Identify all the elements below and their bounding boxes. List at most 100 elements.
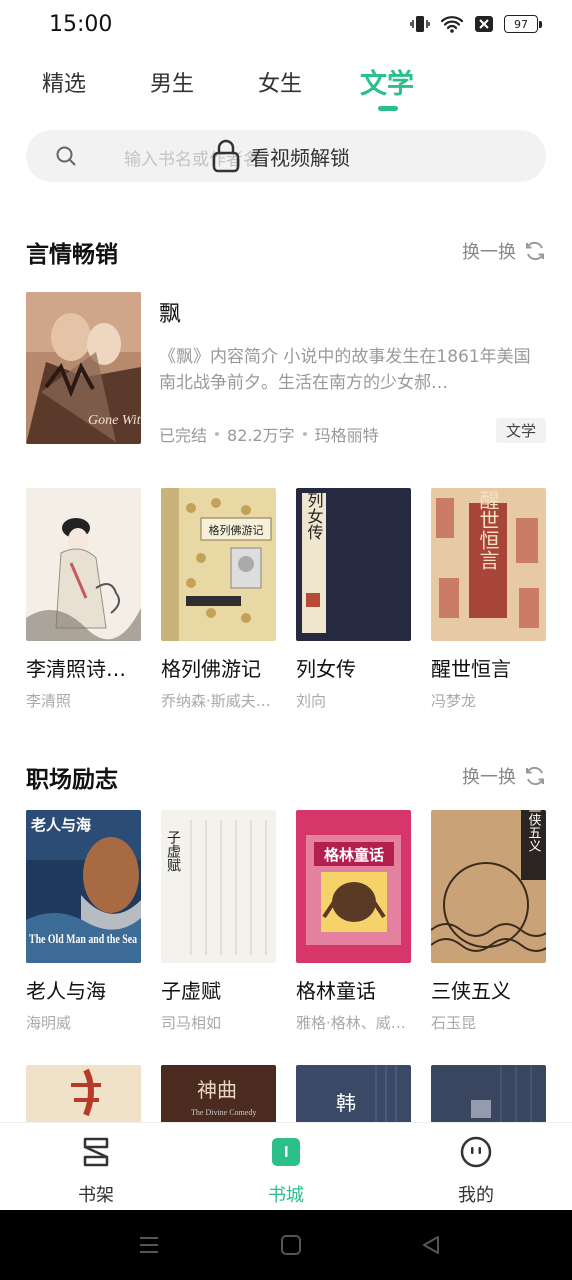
tab-featured[interactable]: 精选	[42, 66, 86, 98]
partial-book-row: 神曲 The Divine Comedy 韩	[0, 1065, 572, 1123]
refresh-icon	[526, 241, 544, 261]
bookstore-icon	[272, 1138, 300, 1166]
book-word-count: 82.2万字	[227, 426, 295, 445]
system-navigation-bar	[0, 1210, 572, 1280]
bookshelf-icon	[83, 1137, 109, 1167]
book-card[interactable]: 格林童话 格林童话 雅格·格林、威…	[296, 810, 411, 1033]
book-author: 雅格·格林、威…	[296, 1014, 406, 1032]
book-status: 已完结	[159, 426, 208, 445]
featured-book[interactable]: Gone With the Wind 飘 《飘》内容简介 小说中的故事发生在18…	[26, 292, 546, 446]
home-icon[interactable]	[280, 1234, 302, 1256]
book-card[interactable]: 三侠五义 三侠五义 石玉昆	[431, 810, 546, 1033]
refresh-label: 换一换	[462, 242, 516, 263]
cover-title: 子虚赋	[165, 830, 181, 872]
status-time: 15:00	[49, 12, 113, 37]
nav-bookshelf[interactable]: 书架	[56, 1135, 136, 1207]
cover-title: The Old Man and the Sea	[29, 931, 137, 946]
book-cover[interactable]: 神曲 The Divine Comedy	[161, 1065, 276, 1123]
no-sim-icon	[475, 16, 493, 32]
separator-dot	[302, 432, 307, 436]
book-cover: 三侠五义	[431, 810, 546, 963]
back-icon[interactable]	[420, 1234, 442, 1256]
cover-title: 格林童话	[324, 846, 384, 864]
nav-profile[interactable]: 我的	[436, 1135, 516, 1207]
cover-title: 列女传	[305, 492, 324, 540]
book-cover: 子虚赋	[161, 810, 276, 963]
section-title-workplace: 职场励志	[26, 767, 118, 793]
unlock-text: 看视频解锁	[250, 145, 350, 170]
book-cover	[26, 488, 141, 641]
book-cover: 列女传	[296, 488, 411, 641]
book-title: 格林童话	[296, 979, 376, 1003]
refresh-label: 换一换	[462, 767, 516, 788]
book-title: 三侠五义	[431, 979, 511, 1003]
lock-icon	[212, 139, 240, 173]
cover-title: 韩	[336, 1091, 356, 1115]
book-title: 格列佛游记	[161, 657, 261, 681]
featured-book-meta: 已完结 82.2万字 玛格丽特	[159, 422, 379, 446]
separator-dot	[215, 432, 220, 436]
genre-tag: 文学	[495, 418, 546, 443]
nav-label: 我的	[458, 1185, 494, 1206]
tab-male[interactable]: 男生	[150, 66, 194, 98]
status-icons: 97	[410, 14, 542, 34]
book-card[interactable]: 老人与海 The Old Man and the Sea 老人与海 海明威	[26, 810, 141, 1033]
book-title: 列女传	[296, 657, 356, 681]
book-author: 冯梦龙	[431, 692, 477, 710]
category-tabs: 精选 男生 女生 文学	[0, 58, 572, 118]
status-bar: 15:00 97	[0, 0, 572, 50]
book-cover[interactable]: 韩	[296, 1065, 411, 1123]
book-cover: 格列佛游记	[161, 488, 276, 641]
book-title: 醒世恒言	[431, 657, 511, 681]
nav-label: 书城	[268, 1185, 304, 1206]
refresh-icon	[526, 766, 544, 786]
book-card[interactable]: 李清照诗… 李清照	[26, 488, 141, 711]
book-title: 老人与海	[26, 979, 106, 1003]
book-title: 子虚赋	[161, 979, 221, 1003]
wifi-icon	[440, 16, 464, 33]
book-cover[interactable]	[431, 1065, 546, 1123]
tab-female[interactable]: 女生	[258, 66, 302, 98]
refresh-button-workplace[interactable]: 换一换	[462, 763, 546, 789]
cover-title: 三侠五义	[526, 810, 542, 852]
search-bar[interactable]: 输入书名或作者名 看视频解锁	[26, 130, 546, 182]
book-author: 刘向	[296, 692, 327, 710]
featured-book-title: 飘	[159, 302, 182, 327]
book-cover: 老人与海 The Old Man and the Sea	[26, 810, 141, 963]
section-title-romance: 言情畅销	[26, 242, 118, 268]
featured-book-description: 《飘》内容简介 小说中的故事发生在1861年美国南北战争前夕。生活在南方的少女郝…	[159, 347, 531, 393]
book-cover[interactable]	[26, 1065, 141, 1123]
cover-subtitle: The Divine Comedy	[191, 1108, 256, 1117]
search-icon	[56, 146, 76, 166]
cover-title: 醒世恒言	[476, 490, 500, 570]
book-card[interactable]: 列女传 列女传 刘向	[296, 488, 411, 711]
bottom-navigation: 书架 书城 我的	[0, 1122, 572, 1210]
book-author: 李清照	[26, 692, 72, 710]
menu-icon[interactable]	[138, 1234, 160, 1256]
unlock-overlay[interactable]: 看视频解锁	[212, 138, 350, 174]
refresh-button-romance[interactable]: 换一换	[462, 238, 546, 264]
profile-icon	[460, 1136, 492, 1168]
featured-cover-title: Gone With the Wind	[88, 413, 141, 428]
book-card[interactable]: 子虚赋 子虚赋 司马相如	[161, 810, 276, 1033]
vibrate-icon	[410, 16, 430, 32]
nav-label: 书架	[78, 1185, 114, 1206]
book-author: 石玉昆	[431, 1014, 477, 1032]
book-card[interactable]: 醒世恒言 醒世恒言 冯梦龙	[431, 488, 546, 711]
cover-title: 神曲	[197, 1078, 237, 1102]
battery-indicator: 97	[504, 15, 542, 33]
book-title: 李清照诗…	[26, 657, 126, 681]
book-cover: 格林童话	[296, 810, 411, 963]
cover-title-cn: 老人与海	[30, 816, 91, 834]
featured-book-cover: Gone With the Wind	[26, 292, 141, 444]
nav-bookstore[interactable]: 书城	[246, 1135, 326, 1207]
tab-literature[interactable]: 文学	[360, 62, 414, 101]
book-card[interactable]: 格列佛游记 格列佛游记 乔纳森·斯威夫…	[161, 488, 276, 711]
cover-title: 格列佛游记	[209, 523, 264, 537]
book-author: 乔纳森·斯威夫…	[161, 692, 271, 710]
book-cover: 醒世恒言	[431, 488, 546, 641]
book-author: 海明威	[26, 1014, 72, 1032]
active-tab-indicator	[378, 106, 398, 111]
book-author: 司马相如	[161, 1014, 222, 1032]
book-author: 玛格丽特	[314, 426, 379, 445]
